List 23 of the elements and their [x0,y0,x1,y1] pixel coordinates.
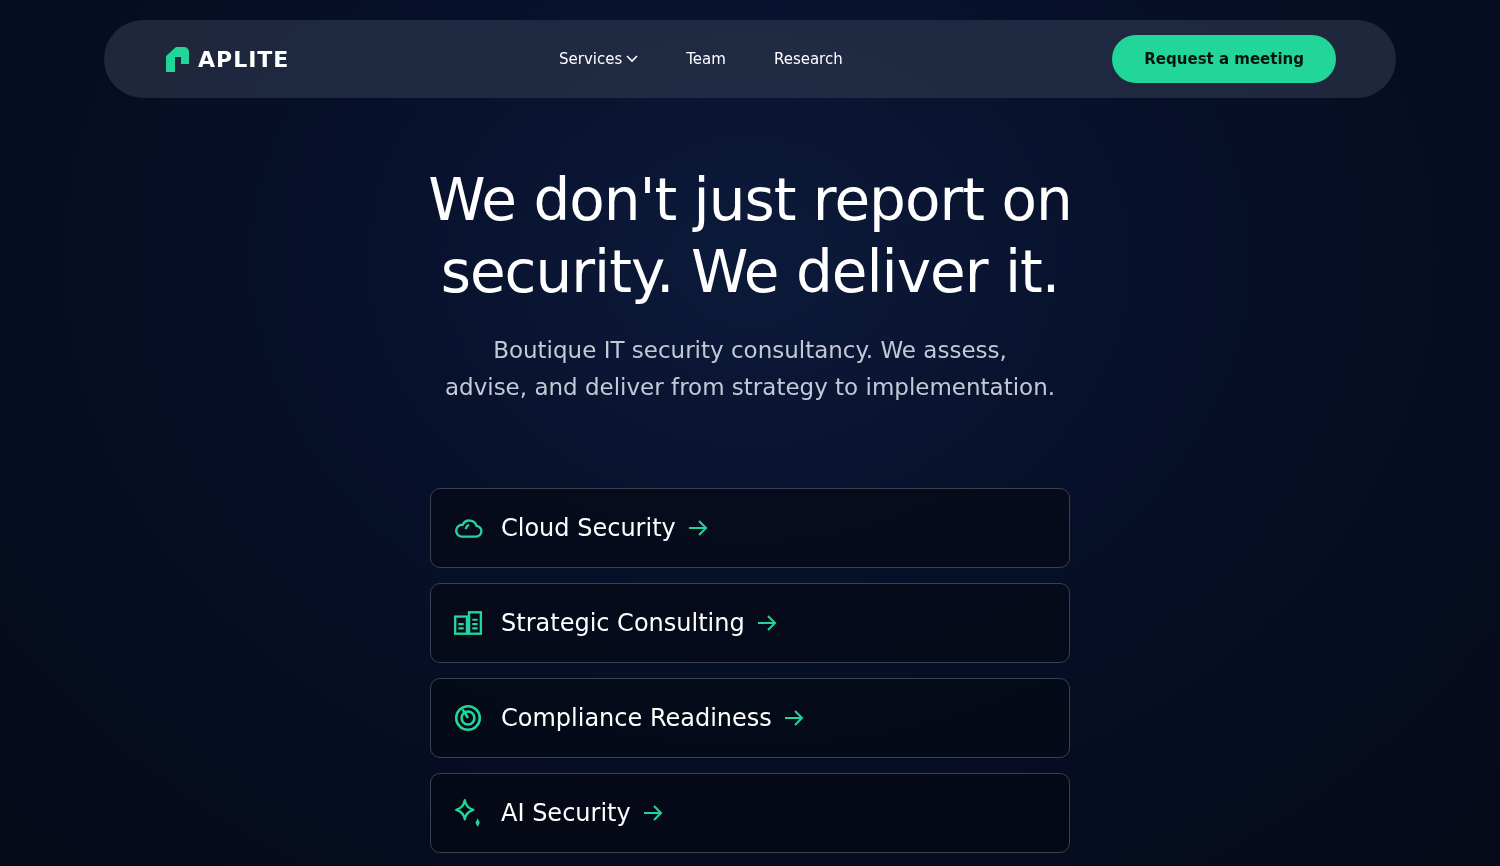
service-card[interactable]: Strategic Consulting [430,583,1070,663]
service-card[interactable]: Cloud Security [430,488,1070,568]
service-title: Cloud Security [501,513,676,544]
arrow-icon [756,615,777,631]
service-card[interactable]: Compliance Readiness [430,678,1070,758]
sparkle-icon [453,798,483,828]
hero-heading: We don't just report on security. We deliver it. [428,165,1072,308]
request-meeting-button[interactable]: Request a meeting [1112,34,1336,84]
hero-subtitle: Boutique IT security consultancy. We assess, advise, and deliver from strategy to implementation. [444,336,1056,402]
nav-link[interactable]: Team [686,47,726,71]
target-icon [453,703,483,733]
logo-text: APLITE [198,45,290,74]
nav-link[interactable]: Services [559,47,639,71]
nav-link[interactable]: Research [773,47,843,71]
service-title: Strategic Consulting [501,608,745,639]
arrow-icon [642,805,663,821]
logo-icon [164,46,190,72]
service-title: AI Security [501,798,631,829]
service-card[interactable]: AI Security [430,773,1070,853]
building-icon [453,608,483,638]
arrow-icon [687,520,708,536]
arrow-icon [783,710,804,726]
service-title: Compliance Readiness [501,703,772,734]
